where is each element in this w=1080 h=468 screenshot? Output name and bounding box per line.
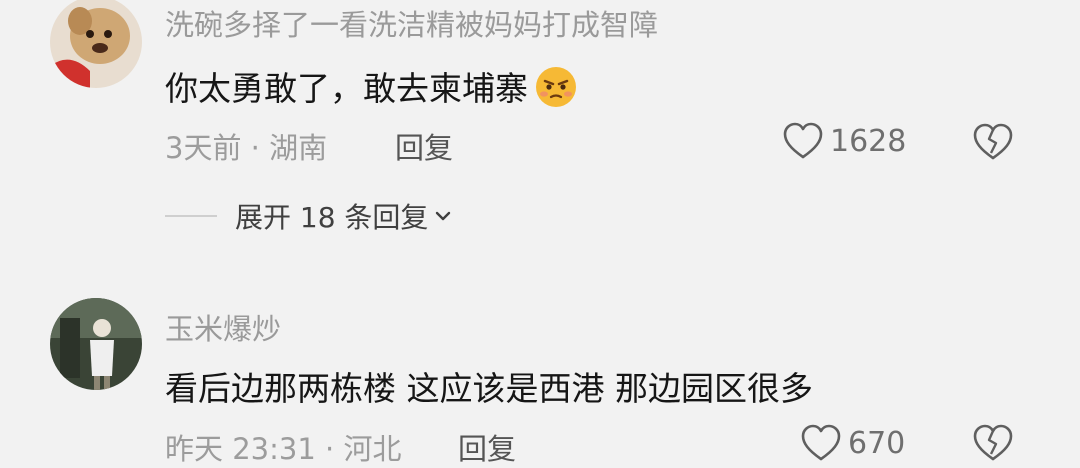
expand-replies-label: 展开 18 条回复: [235, 201, 429, 234]
comment-location: 河北: [343, 432, 402, 466]
like-button[interactable]: 1628: [782, 121, 906, 161]
dislike-button[interactable]: [972, 423, 1014, 467]
username[interactable]: 玉米爆炒: [165, 306, 281, 348]
heart-icon: [783, 122, 823, 159]
broken-heart-icon: [973, 123, 1013, 160]
reply-button[interactable]: 回复: [458, 426, 516, 468]
comment-text-content: 你太勇敢了，敢去柬埔寨: [165, 69, 528, 108]
comment-time: 昨天 23:31: [165, 432, 316, 466]
avatar-image: [50, 0, 142, 88]
comment-text: 你太勇敢了，敢去柬埔寨: [165, 62, 578, 117]
comment-meta: 昨天 23:31 · 河北: [165, 426, 401, 468]
expand-replies-button[interactable]: 展开 18 条回复: [165, 196, 454, 236]
heart-icon: [801, 424, 841, 461]
avatar-image: [50, 298, 142, 390]
like-count: 1628: [830, 123, 907, 159]
chevron-down-icon: [436, 211, 451, 221]
broken-heart-icon: [973, 424, 1013, 461]
avatar[interactable]: [50, 0, 142, 88]
meta-separator: ·: [325, 432, 335, 466]
username[interactable]: 洗碗多择了一看洗洁精被妈妈打成智障: [165, 2, 658, 44]
annoyed-face-emoji: [534, 65, 578, 117]
dislike-button[interactable]: [972, 122, 1014, 166]
avatar[interactable]: [50, 298, 142, 390]
reply-button[interactable]: 回复: [395, 125, 453, 167]
like-button[interactable]: 670: [800, 423, 905, 463]
meta-separator: ·: [250, 131, 260, 165]
comment-meta: 3天前 · 湖南: [165, 125, 327, 167]
comment-location: 湖南: [269, 131, 328, 165]
like-count: 670: [848, 425, 906, 461]
comment-text: 看后边那两栋楼 这应该是西港 那边园区很多: [165, 369, 813, 408]
comment-time: 3天前: [165, 131, 242, 165]
expand-divider: [165, 215, 217, 217]
